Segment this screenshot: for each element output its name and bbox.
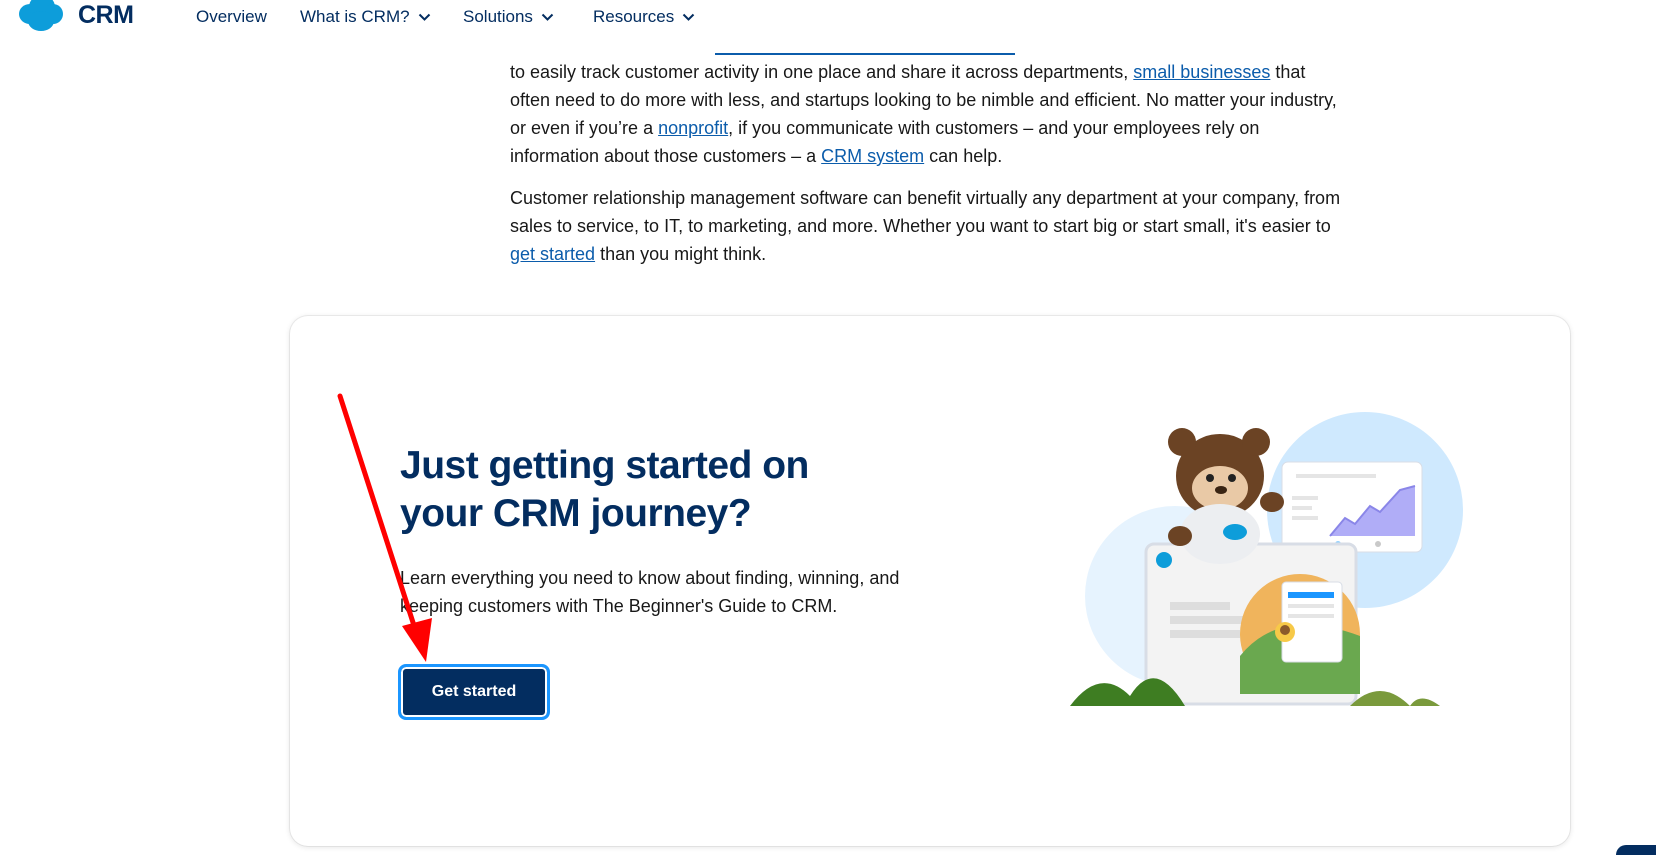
chevron-down-icon bbox=[541, 13, 554, 21]
card-description: Learn everything you need to know about … bbox=[400, 568, 900, 616]
card-title: Just getting started on your CRM journey… bbox=[400, 444, 809, 535]
nav-item-resources[interactable]: Resources bbox=[593, 7, 695, 27]
beginners-guide-card: Just getting started on your CRM journey… bbox=[290, 316, 1570, 846]
chevron-down-icon bbox=[418, 13, 430, 21]
nav-item-label: Resources bbox=[593, 7, 675, 26]
get-started-button[interactable]: Get started bbox=[398, 664, 550, 720]
paragraph-text: than you might think. bbox=[595, 244, 767, 264]
article-paragraph-1: to easily track customer activity in one… bbox=[510, 58, 1350, 170]
nav-item-label: What is CRM? bbox=[300, 7, 410, 26]
chat-launcher-edge[interactable] bbox=[1616, 845, 1656, 855]
nav-item-what-is-crm[interactable]: What is CRM? bbox=[300, 7, 431, 27]
nav-item-overview[interactable]: Overview bbox=[196, 7, 267, 27]
link-small-businesses[interactable]: small businesses bbox=[1133, 62, 1270, 82]
salesforce-cloud-logo-icon[interactable] bbox=[16, 0, 64, 32]
chevron-down-icon bbox=[683, 13, 695, 21]
article-paragraph-2: Customer relationship management softwar… bbox=[510, 184, 1350, 268]
link-get-started[interactable]: get started bbox=[510, 244, 595, 264]
paragraph-text: can help. bbox=[924, 146, 1003, 166]
brand-name[interactable]: CRM bbox=[78, 1, 134, 30]
astro-mascot-illustration bbox=[1070, 412, 1463, 706]
paragraph-text: Customer relationship management softwar… bbox=[510, 188, 1341, 236]
link-nonprofit[interactable]: nonprofit bbox=[658, 118, 728, 138]
paragraph-text: to easily track customer activity in one… bbox=[510, 62, 1134, 82]
annotation-arrow-icon bbox=[337, 393, 432, 662]
top-navigation: CRM Overview What is CRM? Solutions Reso… bbox=[0, 0, 1656, 34]
clipped-line-remnant bbox=[715, 53, 1015, 55]
nav-item-label: Solutions bbox=[463, 7, 533, 26]
link-crm-system[interactable]: CRM system bbox=[821, 146, 924, 166]
nav-item-solutions[interactable]: Solutions bbox=[463, 7, 554, 27]
article-body: to easily track customer activity in one… bbox=[510, 32, 1350, 282]
clipped-text-line bbox=[510, 32, 1350, 58]
nav-item-label: Overview bbox=[196, 7, 267, 26]
